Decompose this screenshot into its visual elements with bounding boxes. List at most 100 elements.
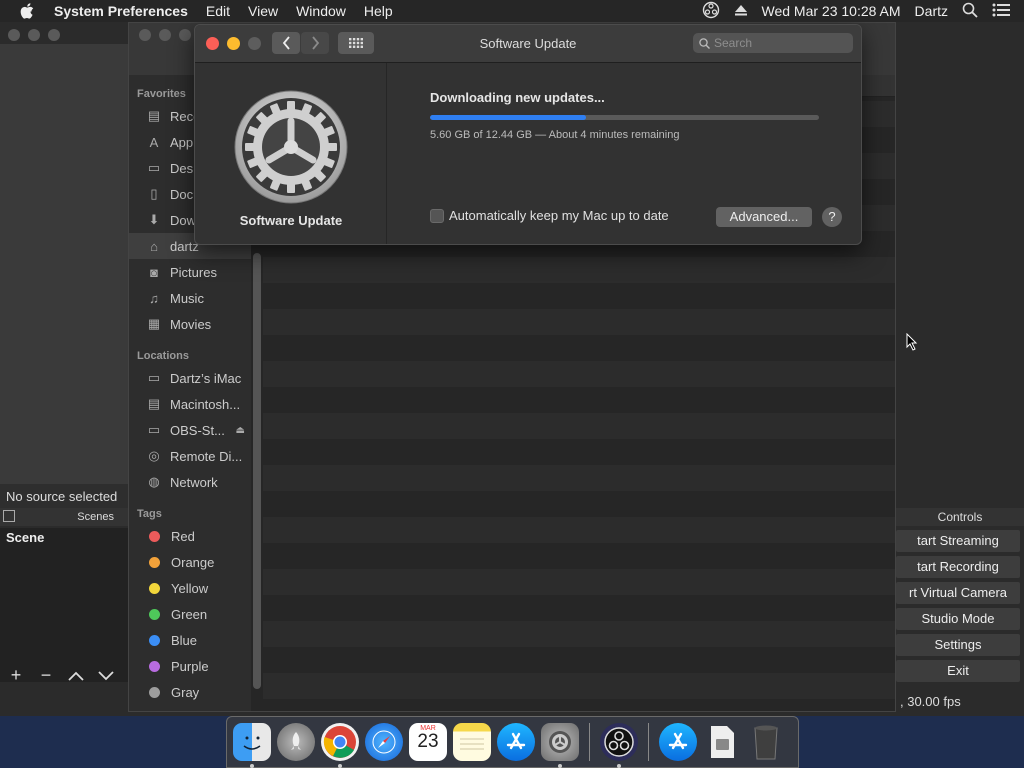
- computer-icon: ▭: [147, 370, 161, 385]
- app-store-dock-icon[interactable]: [497, 723, 535, 761]
- sidebar-item-pictures[interactable]: ◙ Pictures: [129, 259, 251, 285]
- menu-app-name[interactable]: System Preferences: [54, 3, 188, 19]
- gear-icon: [234, 90, 348, 204]
- obs-status-icon[interactable]: [702, 1, 720, 22]
- menu-edit[interactable]: Edit: [206, 3, 230, 19]
- search-field[interactable]: [693, 33, 853, 53]
- zoom-icon[interactable]: [179, 29, 191, 41]
- menu-window[interactable]: Window: [296, 3, 346, 19]
- sidebar-tag-red[interactable]: Red: [129, 523, 251, 549]
- chrome-icon: [323, 726, 356, 758]
- controls-header: Controls: [896, 508, 1024, 526]
- obs-traffic-lights: [8, 29, 60, 41]
- sidebar-item-imac[interactable]: ▭ Dartz’s iMac: [129, 365, 251, 391]
- sidebar-item-label: Movies: [170, 316, 212, 332]
- sidebar-scrollbar[interactable]: [253, 253, 261, 689]
- start-streaming-button[interactable]: tart Streaming: [896, 530, 1020, 552]
- notes-dock-icon[interactable]: [453, 723, 491, 761]
- sidebar-tag-yellow[interactable]: Yellow: [129, 575, 251, 601]
- apple-menu-icon[interactable]: [20, 0, 40, 22]
- eject-icon[interactable]: ⏏: [236, 425, 245, 436]
- close-icon[interactable]: [139, 29, 151, 41]
- sidebar-item-label: Macintosh...: [170, 396, 241, 412]
- trash-dock-icon[interactable]: [747, 723, 785, 761]
- scene-item[interactable]: Scene: [0, 528, 128, 548]
- minimize-icon[interactable]: [28, 29, 40, 41]
- auto-update-checkbox[interactable]: [430, 208, 444, 223]
- start-virtual-camera-button[interactable]: rt Virtual Camera: [896, 582, 1020, 604]
- tag-blue-icon: [149, 634, 160, 646]
- exit-button[interactable]: Exit: [896, 660, 1020, 682]
- menu-user[interactable]: Dartz: [915, 3, 948, 19]
- camera-icon: ◙: [150, 264, 158, 280]
- eject-icon[interactable]: [734, 3, 748, 20]
- favorites-header: Favorites: [137, 88, 186, 100]
- applications-icon: A: [149, 134, 159, 150]
- sidebar-item-label: Dow: [170, 212, 197, 228]
- sidebar-item-music[interactable]: ♫ Music: [129, 285, 251, 311]
- sidebar-item-remote-disc[interactable]: ◎ Remote Di...: [129, 443, 251, 469]
- menu-clock[interactable]: Wed Mar 23 10:28 AM: [762, 3, 901, 19]
- running-indicator: [617, 764, 621, 768]
- sidebar-tag-green[interactable]: Green: [129, 601, 251, 627]
- tags-header: Tags: [137, 508, 162, 520]
- tag-label: Red: [171, 528, 195, 544]
- auto-update-option[interactable]: Automatically keep my Mac up to date: [430, 208, 669, 223]
- running-indicator: [250, 764, 254, 768]
- sidebar-tag-orange[interactable]: Orange: [129, 549, 251, 575]
- chrome-dock-icon[interactable]: [321, 723, 359, 768]
- sidebar-item-macintosh-hd[interactable]: ▤ Macintosh...: [129, 391, 251, 417]
- scenes-title: Scenes: [77, 511, 114, 523]
- sidebar-tag-gray[interactable]: Gray: [129, 679, 251, 705]
- help-button[interactable]: ?: [822, 207, 842, 227]
- desktop-icon: ▭: [147, 160, 161, 175]
- sidebar-tag-blue[interactable]: Blue: [129, 627, 251, 653]
- spotlight-icon[interactable]: [962, 2, 978, 21]
- move-up-icon[interactable]: [66, 665, 86, 686]
- tag-gray-icon: [149, 686, 160, 698]
- menu-view[interactable]: View: [248, 3, 278, 19]
- minimize-icon[interactable]: [159, 29, 171, 41]
- launchpad-dock-icon[interactable]: [277, 723, 315, 761]
- dock-widget-icon[interactable]: [3, 510, 15, 522]
- zoom-icon[interactable]: [48, 29, 60, 41]
- add-scene-icon[interactable]: +: [6, 665, 26, 686]
- notification-center-icon[interactable]: [992, 3, 1010, 20]
- tag-yellow-icon: [149, 582, 160, 594]
- tag-label: Orange: [171, 554, 215, 570]
- scene-tools: + −: [0, 662, 128, 688]
- file-icon: [711, 726, 734, 758]
- advanced-button[interactable]: Advanced...: [716, 207, 812, 227]
- start-recording-button[interactable]: tart Recording: [896, 556, 1020, 578]
- search-input[interactable]: [714, 36, 834, 50]
- progress-fill: [430, 115, 586, 120]
- sidebar-item-label: Dartz’s iMac: [170, 370, 242, 386]
- sidebar-item-network[interactable]: ◍ Network: [129, 469, 251, 495]
- menu-help[interactable]: Help: [364, 3, 393, 19]
- obs-dock-icon[interactable]: [600, 723, 638, 768]
- scenes-header: Scenes: [0, 508, 128, 526]
- music-note-icon: ♫: [149, 290, 159, 306]
- sidebar-item-obs-studio[interactable]: ▭ OBS-St... ⏏: [129, 417, 251, 443]
- tag-label: Green: [171, 606, 208, 622]
- applications-folder-dock-icon[interactable]: [659, 723, 697, 761]
- close-icon[interactable]: [8, 29, 20, 41]
- hard-drive-icon: ▤: [147, 396, 161, 411]
- app-store-icon: [506, 732, 526, 750]
- finder-dock-icon[interactable]: [233, 723, 271, 768]
- sidebar-item-label: Pictures: [170, 264, 217, 280]
- home-icon: ⌂: [150, 238, 158, 254]
- remove-scene-icon[interactable]: −: [36, 665, 56, 686]
- move-down-icon[interactable]: [96, 665, 116, 686]
- disk-image-dock-icon[interactable]: [703, 723, 741, 761]
- search-icon: [699, 37, 710, 49]
- sidebar-tag-purple[interactable]: Purple: [129, 653, 251, 679]
- safari-dock-icon[interactable]: [365, 723, 403, 761]
- settings-button[interactable]: Settings: [896, 634, 1020, 656]
- sidebar-item-movies[interactable]: ▦ Movies: [129, 311, 251, 337]
- system-preferences-dock-icon[interactable]: [541, 723, 579, 768]
- software-update-window: Software Update Search Software Update D…: [194, 24, 862, 245]
- studio-mode-button[interactable]: Studio Mode: [896, 608, 1020, 630]
- globe-icon: ◍: [148, 474, 160, 489]
- calendar-dock-icon[interactable]: MAR 23: [409, 723, 447, 761]
